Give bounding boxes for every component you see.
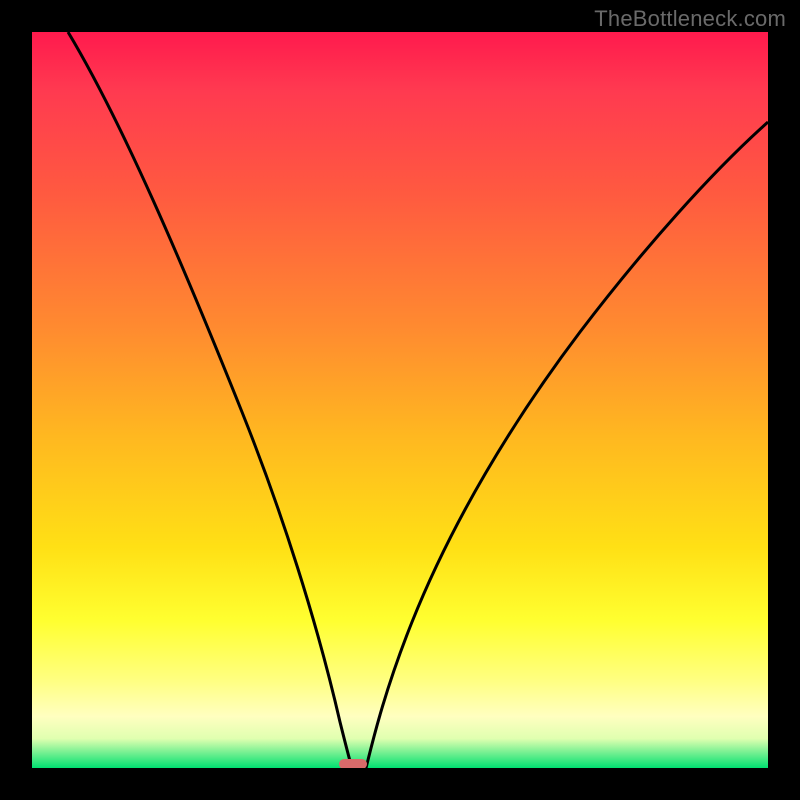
- plot-area: [32, 32, 768, 768]
- chart-frame: TheBottleneck.com: [0, 0, 800, 800]
- optimal-marker: [339, 759, 367, 768]
- watermark-text: TheBottleneck.com: [594, 6, 786, 32]
- bottleneck-curve: [32, 32, 768, 768]
